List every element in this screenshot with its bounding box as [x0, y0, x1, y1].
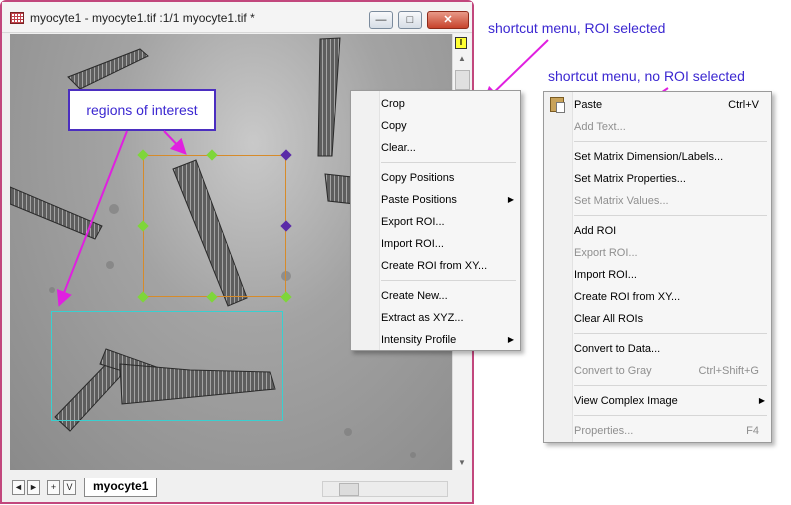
submenu-arrow-icon: ▶ [507, 195, 514, 204]
menu-item-import-roi[interactable]: Import ROI... [544, 264, 771, 286]
paste-icon [550, 97, 565, 113]
menu-item-create-roi-from-xy[interactable]: Create ROI from XY... [351, 255, 520, 277]
menu-separator [574, 215, 767, 216]
menu-item-paste[interactable]: Paste Ctrl+V [544, 94, 771, 116]
context-menu-no-roi: Paste Ctrl+V Add Text... Set Matrix Dimen… [543, 91, 772, 443]
menu-item-view-complex-image[interactable]: View Complex Image ▶ [544, 390, 771, 412]
menu-separator [381, 162, 516, 163]
menu-item-export-roi[interactable]: Export ROI... [351, 211, 520, 233]
menu-separator [574, 415, 767, 416]
menu-item-convert-to-gray[interactable]: Convert to Gray Ctrl+Shift+G [544, 360, 771, 382]
menu-item-import-roi[interactable]: Import ROI... [351, 233, 520, 255]
menu-item-properties[interactable]: Properties... F4 [544, 420, 771, 442]
menu-item-add-roi[interactable]: Add ROI [544, 220, 771, 242]
context-menu-roi-selected: Crop Copy Clear... Copy Positions Paste … [350, 90, 521, 351]
menu-separator [574, 333, 767, 334]
arrow-to-roi-cyan [56, 130, 128, 307]
menu-item-extract-as-xyz[interactable]: Extract as XYZ... [351, 307, 520, 329]
menu-item-create-roi-from-xy[interactable]: Create ROI from XY... [544, 286, 771, 308]
submenu-arrow-icon: ▶ [507, 335, 514, 344]
menu-item-intensity-profile[interactable]: Intensity Profile ▶ [351, 329, 520, 351]
menu-item-clear[interactable]: Clear... [351, 137, 520, 159]
menu-item-add-text[interactable]: Add Text... [544, 116, 771, 138]
submenu-arrow-icon: ▶ [758, 396, 765, 405]
menu-item-export-roi[interactable]: Export ROI... [544, 242, 771, 264]
menu-separator [574, 385, 767, 386]
menu-item-paste-positions[interactable]: Paste Positions ▶ [351, 189, 520, 211]
menu-item-convert-to-data[interactable]: Convert to Data... [544, 338, 771, 360]
menu-item-copy[interactable]: Copy [351, 115, 520, 137]
menu-item-crop[interactable]: Crop [351, 93, 520, 115]
menu-item-set-matrix-values[interactable]: Set Matrix Values... [544, 190, 771, 212]
menu-item-set-matrix-dimension[interactable]: Set Matrix Dimension/Labels... [544, 146, 771, 168]
menu-item-copy-positions[interactable]: Copy Positions [351, 167, 520, 189]
menu-separator [574, 141, 767, 142]
menu-separator [381, 280, 516, 281]
menu-item-set-matrix-properties[interactable]: Set Matrix Properties... [544, 168, 771, 190]
arrow-to-roi-selected [163, 130, 187, 155]
menu-item-clear-all-rois[interactable]: Clear All ROIs [544, 308, 771, 330]
menu-item-create-new[interactable]: Create New... [351, 285, 520, 307]
